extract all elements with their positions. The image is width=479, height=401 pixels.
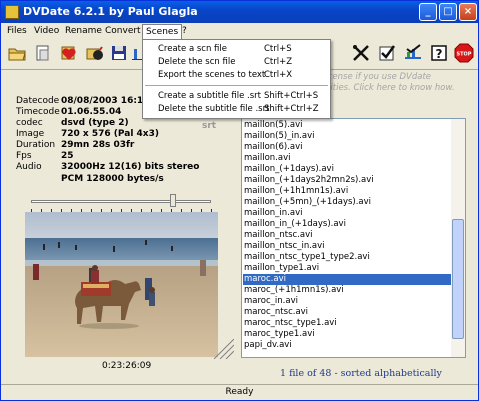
duration-label: Duration — [16, 140, 56, 150]
delete-scn-shortcut: Ctrl+Z — [264, 57, 293, 67]
file-list-item[interactable]: maillon(5).avi — [244, 120, 303, 131]
minimize-button[interactable]: _ — [419, 3, 437, 21]
stop-label: STOP — [457, 52, 472, 58]
menu-help[interactable]: ? — [179, 24, 190, 39]
audio-value: 32000Hz 12(16) bits stereo — [61, 162, 200, 172]
create-scn-shortcut: Ctrl+S — [264, 44, 292, 54]
close-button[interactable]: × — [459, 3, 477, 21]
help-icon[interactable]: ? — [429, 43, 449, 63]
audio-pcm-value: PCM 128000 bytes/s — [61, 174, 164, 184]
image-label: Image — [16, 129, 45, 139]
srt-label: srt — [202, 121, 217, 131]
register-notice-line2[interactable]: ivities. Click here to know how. — [323, 83, 455, 93]
position-slider-thumb[interactable] — [170, 194, 177, 207]
create-srt-label: Create a subtitle file .srt — [158, 91, 261, 101]
codec-value: dsvd (type 2) — [61, 118, 129, 128]
status-bar: Ready — [1, 384, 478, 400]
resize-grip[interactable] — [206, 338, 235, 360]
bar-chart-icon[interactable] — [132, 43, 142, 63]
file-list-item[interactable]: maroc_in.avi — [244, 296, 298, 307]
menu-scenes[interactable]: Scenes — [142, 24, 183, 39]
duration-value: 29mn 28s 03fr — [61, 140, 135, 150]
file-list-summary: 1 file of 48 - sorted alphabetically — [280, 368, 442, 379]
datecode-label: Datecode — [16, 96, 60, 106]
main-window: DVDate 6.2.1 by Paul Glagla _ □ × Files … — [0, 0, 479, 401]
file-list-item[interactable]: maroc_ntsc.avi — [244, 307, 308, 318]
position-slider-track[interactable] — [31, 200, 211, 203]
create-scn-label: Create a scn file — [158, 44, 227, 54]
create-srt-shortcut: Shift+Ctrl+S — [264, 91, 319, 101]
delete-scn-label: Delete the scn file — [158, 57, 236, 67]
stop-icon[interactable]: STOP — [454, 43, 474, 63]
menu-bar: Files Video Rename Convert Scenes ? — [1, 23, 478, 39]
fps-label: Fps — [16, 151, 32, 161]
status-text: Ready — [225, 387, 254, 397]
menu-item-delete-srt[interactable]: Delete the subtitle file .srt Shift+Ctrl+… — [158, 103, 328, 115]
file-list-item[interactable]: maillon_in_(+1days).avi — [244, 219, 346, 230]
file-list-item-selected[interactable]: maroc.avi — [243, 274, 451, 285]
file-list-scrollbar[interactable] — [451, 119, 465, 357]
file-list-item[interactable]: maillon(5)_in.avi — [244, 131, 315, 142]
file-list-item[interactable]: maroc_(+1h1mn1s).avi — [244, 285, 344, 296]
menu-files[interactable]: Files — [4, 24, 30, 39]
file-list-item[interactable]: maillon_(+5mn)_(+1days).avi — [244, 197, 371, 208]
scrollbar-thumb[interactable] — [452, 219, 464, 339]
file-list-item[interactable]: maillon_ntsc_in.avi — [244, 241, 325, 252]
video-frame[interactable] — [25, 212, 218, 357]
fps-value: 25 — [61, 151, 74, 161]
window-title: DVDate 6.2.1 by Paul Glagla — [23, 5, 198, 18]
file-list-item[interactable]: maillon_(+1h1mn1s).avi — [244, 186, 348, 197]
file-list-item[interactable]: maillon_in.avi — [244, 208, 302, 219]
open-file-icon[interactable] — [33, 43, 53, 63]
file-list-item[interactable]: maillon_ntsc_type1_type2.avi — [244, 252, 370, 263]
bomb-icon[interactable] — [85, 43, 105, 63]
file-list-item[interactable]: maillon_(+1days2h2mn2s).avi — [244, 175, 374, 186]
file-list-item[interactable]: maroc_ntsc_type1.avi — [244, 318, 337, 329]
app-icon — [5, 5, 19, 19]
file-list-item[interactable]: maroc_type1.avi — [244, 329, 315, 340]
file-list[interactable]: maillon(5).avi maillon(5)_in.avi maillon(6… — [241, 118, 466, 358]
chart-check-icon[interactable] — [403, 43, 423, 63]
tools-icon[interactable] — [351, 43, 371, 63]
timecode-label: Timecode — [16, 107, 60, 117]
menu-item-export-scenes[interactable]: Export the scenes to text Ctrl+X — [158, 69, 328, 81]
maximize-button[interactable]: □ — [439, 3, 457, 21]
file-list-item[interactable]: papi_dv.avi — [244, 340, 292, 351]
save-disk-icon[interactable] — [109, 43, 129, 63]
heart-icon[interactable] — [59, 43, 79, 63]
current-time: 0:23:26:09 — [102, 361, 152, 371]
audio-label: Audio — [16, 162, 42, 172]
menu-convert[interactable]: Convert — [102, 24, 144, 39]
file-list-item[interactable]: maillon_ntsc.avi — [244, 230, 313, 241]
svg-text:?: ? — [436, 47, 443, 61]
menu-rename[interactable]: Rename — [62, 24, 105, 39]
title-bar[interactable]: DVDate 6.2.1 by Paul Glagla _ □ × — [1, 1, 478, 23]
menu-item-create-scn[interactable]: Create a scn file Ctrl+S — [158, 43, 328, 55]
register-notice-line1[interactable]: license if you use DVdate — [323, 72, 431, 82]
image-value: 720 x 576 (Pal 4x3) — [61, 129, 159, 139]
file-list-item[interactable]: maillon.avi — [244, 153, 290, 164]
menu-item-delete-scn[interactable]: Delete the scn file Ctrl+Z — [158, 56, 328, 68]
delete-srt-shortcut: Shift+Ctrl+Z — [264, 104, 319, 114]
menu-item-create-srt[interactable]: Create a subtitle file .srt Shift+Ctrl+S — [158, 90, 328, 102]
menu-separator — [145, 85, 328, 86]
file-list-item[interactable]: maillon(6).avi — [244, 142, 303, 153]
export-scenes-label: Export the scenes to text — [158, 70, 266, 80]
checkmark-icon[interactable] — [377, 43, 397, 63]
codec-label: codec — [16, 118, 43, 128]
open-folder-icon[interactable] — [7, 43, 27, 63]
file-list-item[interactable]: maillon_(+1days).avi — [244, 164, 334, 175]
file-list-item[interactable]: maillon_type1.avi — [244, 263, 319, 274]
timecode-value: 01.06.55.04 — [61, 107, 122, 117]
scenes-menu-dropdown: Create a scn file Ctrl+S Delete the scn f… — [142, 39, 331, 119]
menu-video[interactable]: Video — [31, 24, 62, 39]
export-scenes-shortcut: Ctrl+X — [264, 70, 293, 80]
delete-srt-label: Delete the subtitle file .srt — [158, 104, 270, 114]
